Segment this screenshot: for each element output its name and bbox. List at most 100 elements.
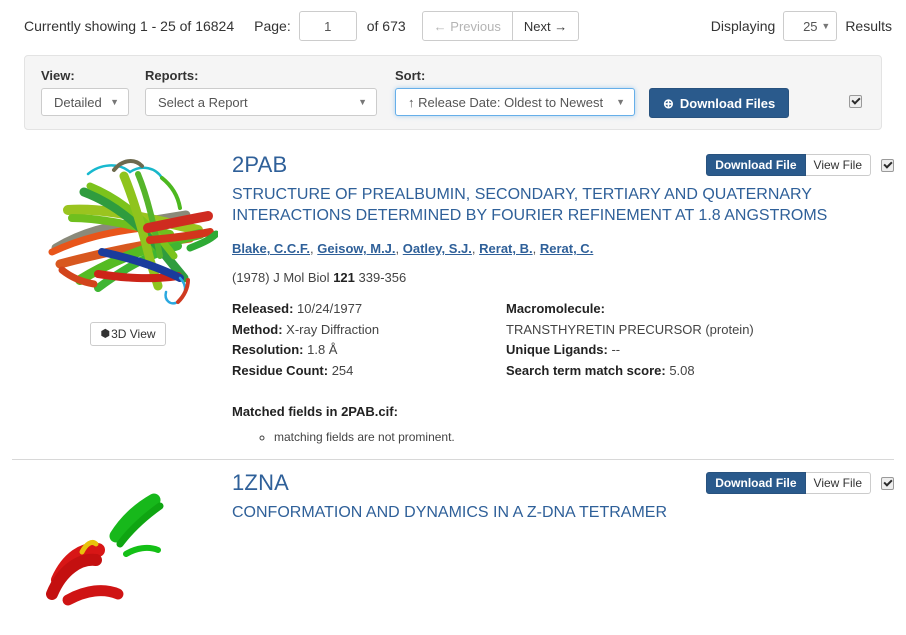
controls-panel: View: Detailed ▼ Reports: Select a Repor… [24, 55, 882, 130]
method-label: Method: [232, 321, 283, 337]
view-select[interactable]: Detailed ▼ [41, 88, 129, 116]
released-value: 10/24/1977 [297, 301, 363, 317]
structure-image[interactable] [38, 470, 218, 632]
unique-ligands-value: -- [611, 342, 621, 358]
matched-fields-list: matching fields are not prominent. [232, 429, 894, 446]
results-per-page-value: 25 [803, 18, 818, 34]
metadata-row-macromolecule: Macromolecule: [506, 299, 754, 320]
results-per-page-select[interactable]: 25 ▼ [783, 11, 838, 41]
metadata-row-released: Released: 10/24/1977 [232, 299, 506, 320]
entry-actions: Download File View File [706, 472, 894, 495]
entry-select-checkbox[interactable] [881, 158, 894, 172]
pdb-id-link[interactable]: 2PAB [232, 152, 287, 178]
chevron-down-icon: ▼ [821, 21, 831, 31]
author-link[interactable]: Blake, C.C.F. [232, 241, 310, 256]
structure-title[interactable]: STRUCTURE OF PREALBUMIN, SECONDARY, TERT… [232, 184, 856, 226]
citation-year: (1978) [232, 270, 270, 286]
matched-fields-heading-text: Matched fields in 2PAB.cif: [232, 403, 398, 419]
sort-selected-value: ↑ Release Date: Oldest to Newest [408, 94, 604, 110]
method-value: X-ray Diffraction [286, 321, 380, 337]
citation-pages: 339-356 [358, 270, 407, 286]
result-details: Download File View File 2PAB STRUCTURE O… [232, 142, 894, 459]
structure-thumbnail-column: ⬢ 3D View [24, 142, 232, 459]
macromolecule-value: TRANSTHYRETIN PRECURSOR (protein) [506, 321, 754, 337]
author-separator: , [532, 241, 540, 257]
chevron-down-icon: ▼ [616, 97, 625, 107]
metadata-row-macromolecule-value: TRANSTHYRETIN PRECURSOR (protein) [506, 320, 754, 341]
resolution-value: 1.8 Å [307, 342, 338, 358]
reports-label: Reports: [145, 68, 199, 83]
author-separator: , [395, 241, 403, 257]
result-details: Download File View File 1ZNA CONFORMATIO… [232, 460, 894, 632]
chevron-down-icon: ▼ [358, 97, 367, 107]
result-entry: ⬢ 3D View Download File View File 2PAB S… [0, 142, 906, 459]
author-list: Blake, C.C.F., Geisow, M.J., Oatley, S.J… [232, 240, 894, 258]
unique-ligands-label: Unique Ligands: [506, 342, 608, 358]
citation-journal: J Mol Biol [273, 270, 330, 286]
dna-ribbon-diagram [46, 493, 164, 606]
result-entry: Download File View File 1ZNA CONFORMATIO… [0, 460, 906, 632]
download-file-button[interactable]: Download File [706, 472, 806, 495]
view-selected-value: Detailed [54, 94, 102, 110]
reports-control: Reports: Select a Report ▼ [145, 68, 377, 116]
download-files-button[interactable]: ⊕ Download Files [649, 88, 790, 118]
previous-page-button[interactable]: ← Previous [421, 11, 513, 41]
metadata-grid: Released: 10/24/1977 Method: X-ray Diffr… [232, 299, 894, 381]
results-count-text: Currently showing 1 - 25 of 16824 [24, 18, 235, 34]
macromolecule-label: Macromolecule: [506, 301, 605, 317]
3d-view-label: 3D View [111, 327, 156, 341]
view-file-button[interactable]: View File [805, 472, 871, 495]
metadata-row-unique-ligands: Unique Ligands: -- [506, 340, 754, 361]
match-score-value: 5.08 [669, 363, 695, 378]
results-label: Results [845, 18, 892, 34]
match-score-label: Search term match score: [506, 363, 666, 378]
download-files-label: Download Files [679, 95, 776, 111]
metadata-row-residue-count: Residue Count: 254 [232, 361, 506, 382]
author-link[interactable]: Oatley, S.J. [403, 241, 472, 256]
total-pages-text: of 673 [366, 18, 406, 34]
metadata-row-resolution: Resolution: 1.8 Å [232, 340, 506, 361]
citation: (1978) J Mol Biol 121 339-356 [232, 270, 894, 285]
list-item: matching fields are not prominent. [274, 429, 894, 446]
view-file-button[interactable]: View File [805, 154, 871, 176]
download-icon: ⊕ [663, 95, 674, 111]
pdb-id-link[interactable]: 1ZNA [232, 470, 289, 496]
results-per-page-control: Displaying 25 ▼ Results [711, 11, 892, 41]
released-label: Released: [232, 301, 294, 317]
reports-select[interactable]: Select a Report ▼ [145, 88, 377, 116]
displaying-label: Displaying [710, 18, 776, 34]
download-file-button[interactable]: Download File [706, 154, 806, 176]
reports-selected-value: Select a Report [158, 94, 248, 110]
page-number-input[interactable] [298, 11, 357, 41]
sort-label: Sort: [395, 68, 426, 83]
metadata-column-right: Macromolecule: TRANSTHYRETIN PRECURSOR (… [506, 299, 754, 381]
metadata-column-left: Released: 10/24/1977 Method: X-ray Diffr… [232, 299, 506, 381]
pagination-button-group: ← Previous Next → [421, 11, 580, 41]
pagination-bar: Currently showing 1 - 25 of 16824 Page: … [0, 0, 906, 52]
residue-count-label: Residue Count: [232, 363, 329, 378]
chevron-down-icon: ▼ [110, 97, 119, 107]
protein-ribbon-diagram [48, 159, 220, 305]
author-link[interactable]: Rerat, C. [540, 241, 593, 256]
page-label: Page: [254, 18, 291, 34]
author-link[interactable]: Geisow, M.J. [317, 241, 395, 256]
cube-icon: ⬢ [100, 327, 111, 340]
next-page-button[interactable]: Next → [512, 11, 580, 41]
results-list: ⬢ 3D View Download File View File 2PAB S… [0, 142, 906, 632]
sort-select[interactable]: ↑ Release Date: Oldest to Newest ▼ [395, 88, 635, 116]
author-link[interactable]: Rerat, B. [479, 241, 532, 256]
select-all-checkbox-wrap [849, 93, 862, 109]
residue-count-value: 254 [331, 363, 354, 378]
structure-image[interactable] [38, 152, 220, 314]
structure-title[interactable]: CONFORMATION AND DYNAMICS IN A Z-DNA TET… [232, 502, 856, 523]
matched-fields-heading: Matched fields in 2PAB.cif: [232, 404, 894, 419]
entry-actions: Download File View File [706, 154, 894, 176]
entry-select-checkbox[interactable] [881, 476, 894, 490]
resolution-label: Resolution: [232, 342, 304, 358]
citation-volume: 121 [333, 270, 355, 286]
3d-view-button[interactable]: ⬢ 3D View [90, 322, 166, 346]
structure-thumbnail-column [24, 460, 232, 632]
select-all-checkbox[interactable] [849, 95, 862, 109]
view-label: View: [41, 68, 75, 83]
sort-control: Sort: ↑ Release Date: Oldest to Newest ▼ [395, 68, 635, 116]
